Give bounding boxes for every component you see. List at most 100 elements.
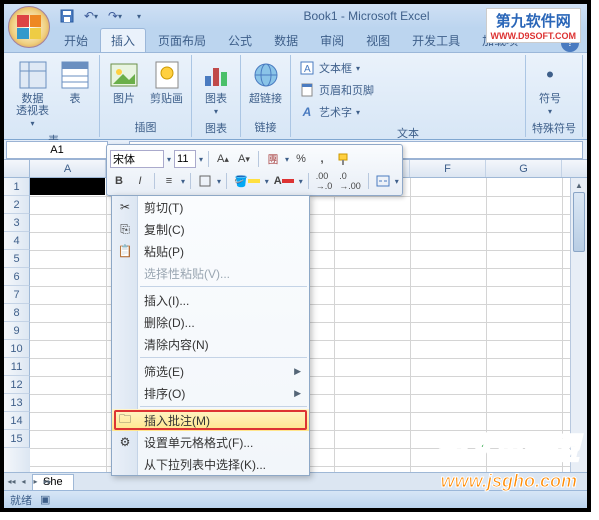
redo-button[interactable]: ↷▾ <box>104 5 126 27</box>
symbol-button[interactable]: • 符号▾ <box>532 57 568 118</box>
tab-insert[interactable]: 插入 <box>100 28 146 52</box>
undo-button[interactable]: ↶▾ <box>80 5 102 27</box>
context-menu-item[interactable]: 排序(O)▶ <box>112 382 309 404</box>
office-button[interactable] <box>8 6 50 48</box>
qat-customize[interactable]: ▾ <box>128 5 150 27</box>
mini-font-color[interactable]: A <box>272 172 296 190</box>
tab-data[interactable]: 数据 <box>264 29 308 52</box>
svg-text:A: A <box>304 64 311 75</box>
group-illust-label: 插图 <box>106 117 185 135</box>
badge-url: WWW.D9SOFT.COM <box>491 31 577 41</box>
row-header[interactable]: 5 <box>4 250 30 268</box>
hyperlink-label: 超链接 <box>249 93 282 105</box>
select-all-corner[interactable] <box>4 160 30 177</box>
wordart-icon: A <box>299 104 315 120</box>
picture-label: 图片 <box>113 93 135 105</box>
context-menu-label: 筛选(E) <box>144 363 184 380</box>
row-header[interactable]: 14 <box>4 412 30 430</box>
hyperlink-button[interactable]: 超链接 <box>247 57 284 107</box>
chart-icon <box>200 59 232 91</box>
context-menu: ✂剪切(T)⎘复制(C) 📋 粘贴(P) 选择性粘贴(V)... 插入(I)... 删除(… <box>111 195 310 476</box>
row-header[interactable]: 10 <box>4 340 30 358</box>
col-header-F[interactable]: F <box>410 160 486 177</box>
picture-button[interactable]: 图片 <box>106 57 142 107</box>
context-menu-item: 选择性粘贴(V)... <box>112 262 309 284</box>
context-menu-item[interactable]: ⎘复制(C) <box>112 218 309 240</box>
tab-pagelayout[interactable]: 页面布局 <box>148 29 216 52</box>
copy-icon: ⎘ <box>116 220 134 238</box>
row-header[interactable]: 9 <box>4 322 30 340</box>
table-button[interactable]: 表 <box>57 57 93 107</box>
pivottable-button[interactable]: 数据 透视表▾ <box>14 57 51 130</box>
context-menu-item[interactable]: 清除内容(N) <box>112 333 309 355</box>
context-menu-item[interactable]: 插入(I)... <box>112 289 309 311</box>
comment-icon: 🗀 <box>116 411 134 429</box>
chart-button[interactable]: 图表▾ <box>198 57 234 118</box>
context-menu-item[interactable]: 删除(D)... <box>112 311 309 333</box>
col-header-G[interactable]: G <box>486 160 562 177</box>
mini-font-input[interactable] <box>110 150 164 168</box>
context-menu-item[interactable]: ⚙设置单元格格式(F)... <box>112 431 309 453</box>
context-menu-item[interactable]: 📋 粘贴(P) <box>112 240 309 262</box>
context-menu-item[interactable]: 🗀插入批注(M) <box>112 409 309 431</box>
mini-size-input[interactable] <box>174 150 196 168</box>
wordart-label: 艺术字 <box>319 104 352 120</box>
headerfooter-label: 页眉和页脚 <box>319 82 374 98</box>
mini-bold[interactable]: B <box>110 172 128 190</box>
chart-label: 图表 <box>205 93 227 105</box>
mini-shrink-font[interactable]: A▾ <box>235 150 253 168</box>
headerfooter-button[interactable]: 页眉和页脚 <box>297 79 376 101</box>
mini-format-painter[interactable] <box>334 150 352 168</box>
row-header[interactable]: 11 <box>4 358 30 376</box>
row-header[interactable]: 2 <box>4 196 30 214</box>
row-header[interactable]: 3 <box>4 214 30 232</box>
mini-percent[interactable]: % <box>292 150 310 168</box>
tab-home[interactable]: 开始 <box>54 29 98 52</box>
mini-align[interactable]: ≡ <box>160 172 178 190</box>
row-header[interactable]: 7 <box>4 286 30 304</box>
mini-comma[interactable]: , <box>313 150 331 168</box>
context-menu-label: 清除内容(N) <box>144 336 209 353</box>
context-menu-label: 删除(D)... <box>144 314 195 331</box>
tab-formulas[interactable]: 公式 <box>218 29 262 52</box>
mini-borders[interactable] <box>196 172 214 190</box>
scrollbar-thumb[interactable] <box>573 192 585 252</box>
col-header-A[interactable]: A <box>30 160 106 177</box>
mini-italic[interactable]: I <box>131 172 149 190</box>
name-box[interactable]: A1 <box>6 141 108 159</box>
mini-dec-decimal[interactable]: .00→.0 <box>314 172 335 190</box>
row-header[interactable]: 4 <box>4 232 30 250</box>
wordart-button[interactable]: A艺术字▾ <box>297 101 362 123</box>
row-header[interactable]: 15 <box>4 430 30 448</box>
clipart-icon <box>151 59 183 91</box>
macro-record-icon[interactable]: ▣ <box>40 493 50 506</box>
mini-accounting[interactable]: 團 <box>264 150 282 168</box>
watermark-url: www.jsgho.com <box>441 471 577 492</box>
save-button[interactable] <box>56 5 78 27</box>
clipart-button[interactable]: 剪贴画 <box>148 57 185 107</box>
paste-icon: 📋 <box>116 242 134 260</box>
textbox-button[interactable]: A文本框▾ <box>297 57 362 79</box>
status-text: 就绪 <box>10 492 32 508</box>
mini-inc-decimal[interactable]: .0→.00 <box>337 172 363 190</box>
context-menu-item[interactable]: ✂剪切(T) <box>112 196 309 218</box>
row-header[interactable]: 8 <box>4 304 30 322</box>
context-menu-label: 粘贴(P) <box>144 243 184 260</box>
tab-view[interactable]: 视图 <box>356 29 400 52</box>
context-menu-label: 排序(O) <box>144 385 185 402</box>
context-menu-label: 设置单元格格式(F)... <box>144 434 253 451</box>
mini-grow-font[interactable]: A▴ <box>214 150 232 168</box>
mini-merge[interactable] <box>374 172 392 190</box>
group-links: 超链接 链接 <box>241 55 291 137</box>
row-header[interactable]: 6 <box>4 268 30 286</box>
row-header[interactable]: 13 <box>4 394 30 412</box>
mini-fill-color[interactable]: 🪣 <box>232 172 262 190</box>
textbox-label: 文本框 <box>319 60 352 76</box>
row-header[interactable]: 12 <box>4 376 30 394</box>
tab-developer[interactable]: 开发工具 <box>402 29 470 52</box>
context-menu-item[interactable]: 筛选(E)▶ <box>112 360 309 382</box>
context-menu-item[interactable]: 从下拉列表中选择(K)... <box>112 453 309 475</box>
group-links-label: 链接 <box>247 117 284 135</box>
tab-review[interactable]: 审阅 <box>310 29 354 52</box>
row-header[interactable]: 1 <box>4 178 30 196</box>
